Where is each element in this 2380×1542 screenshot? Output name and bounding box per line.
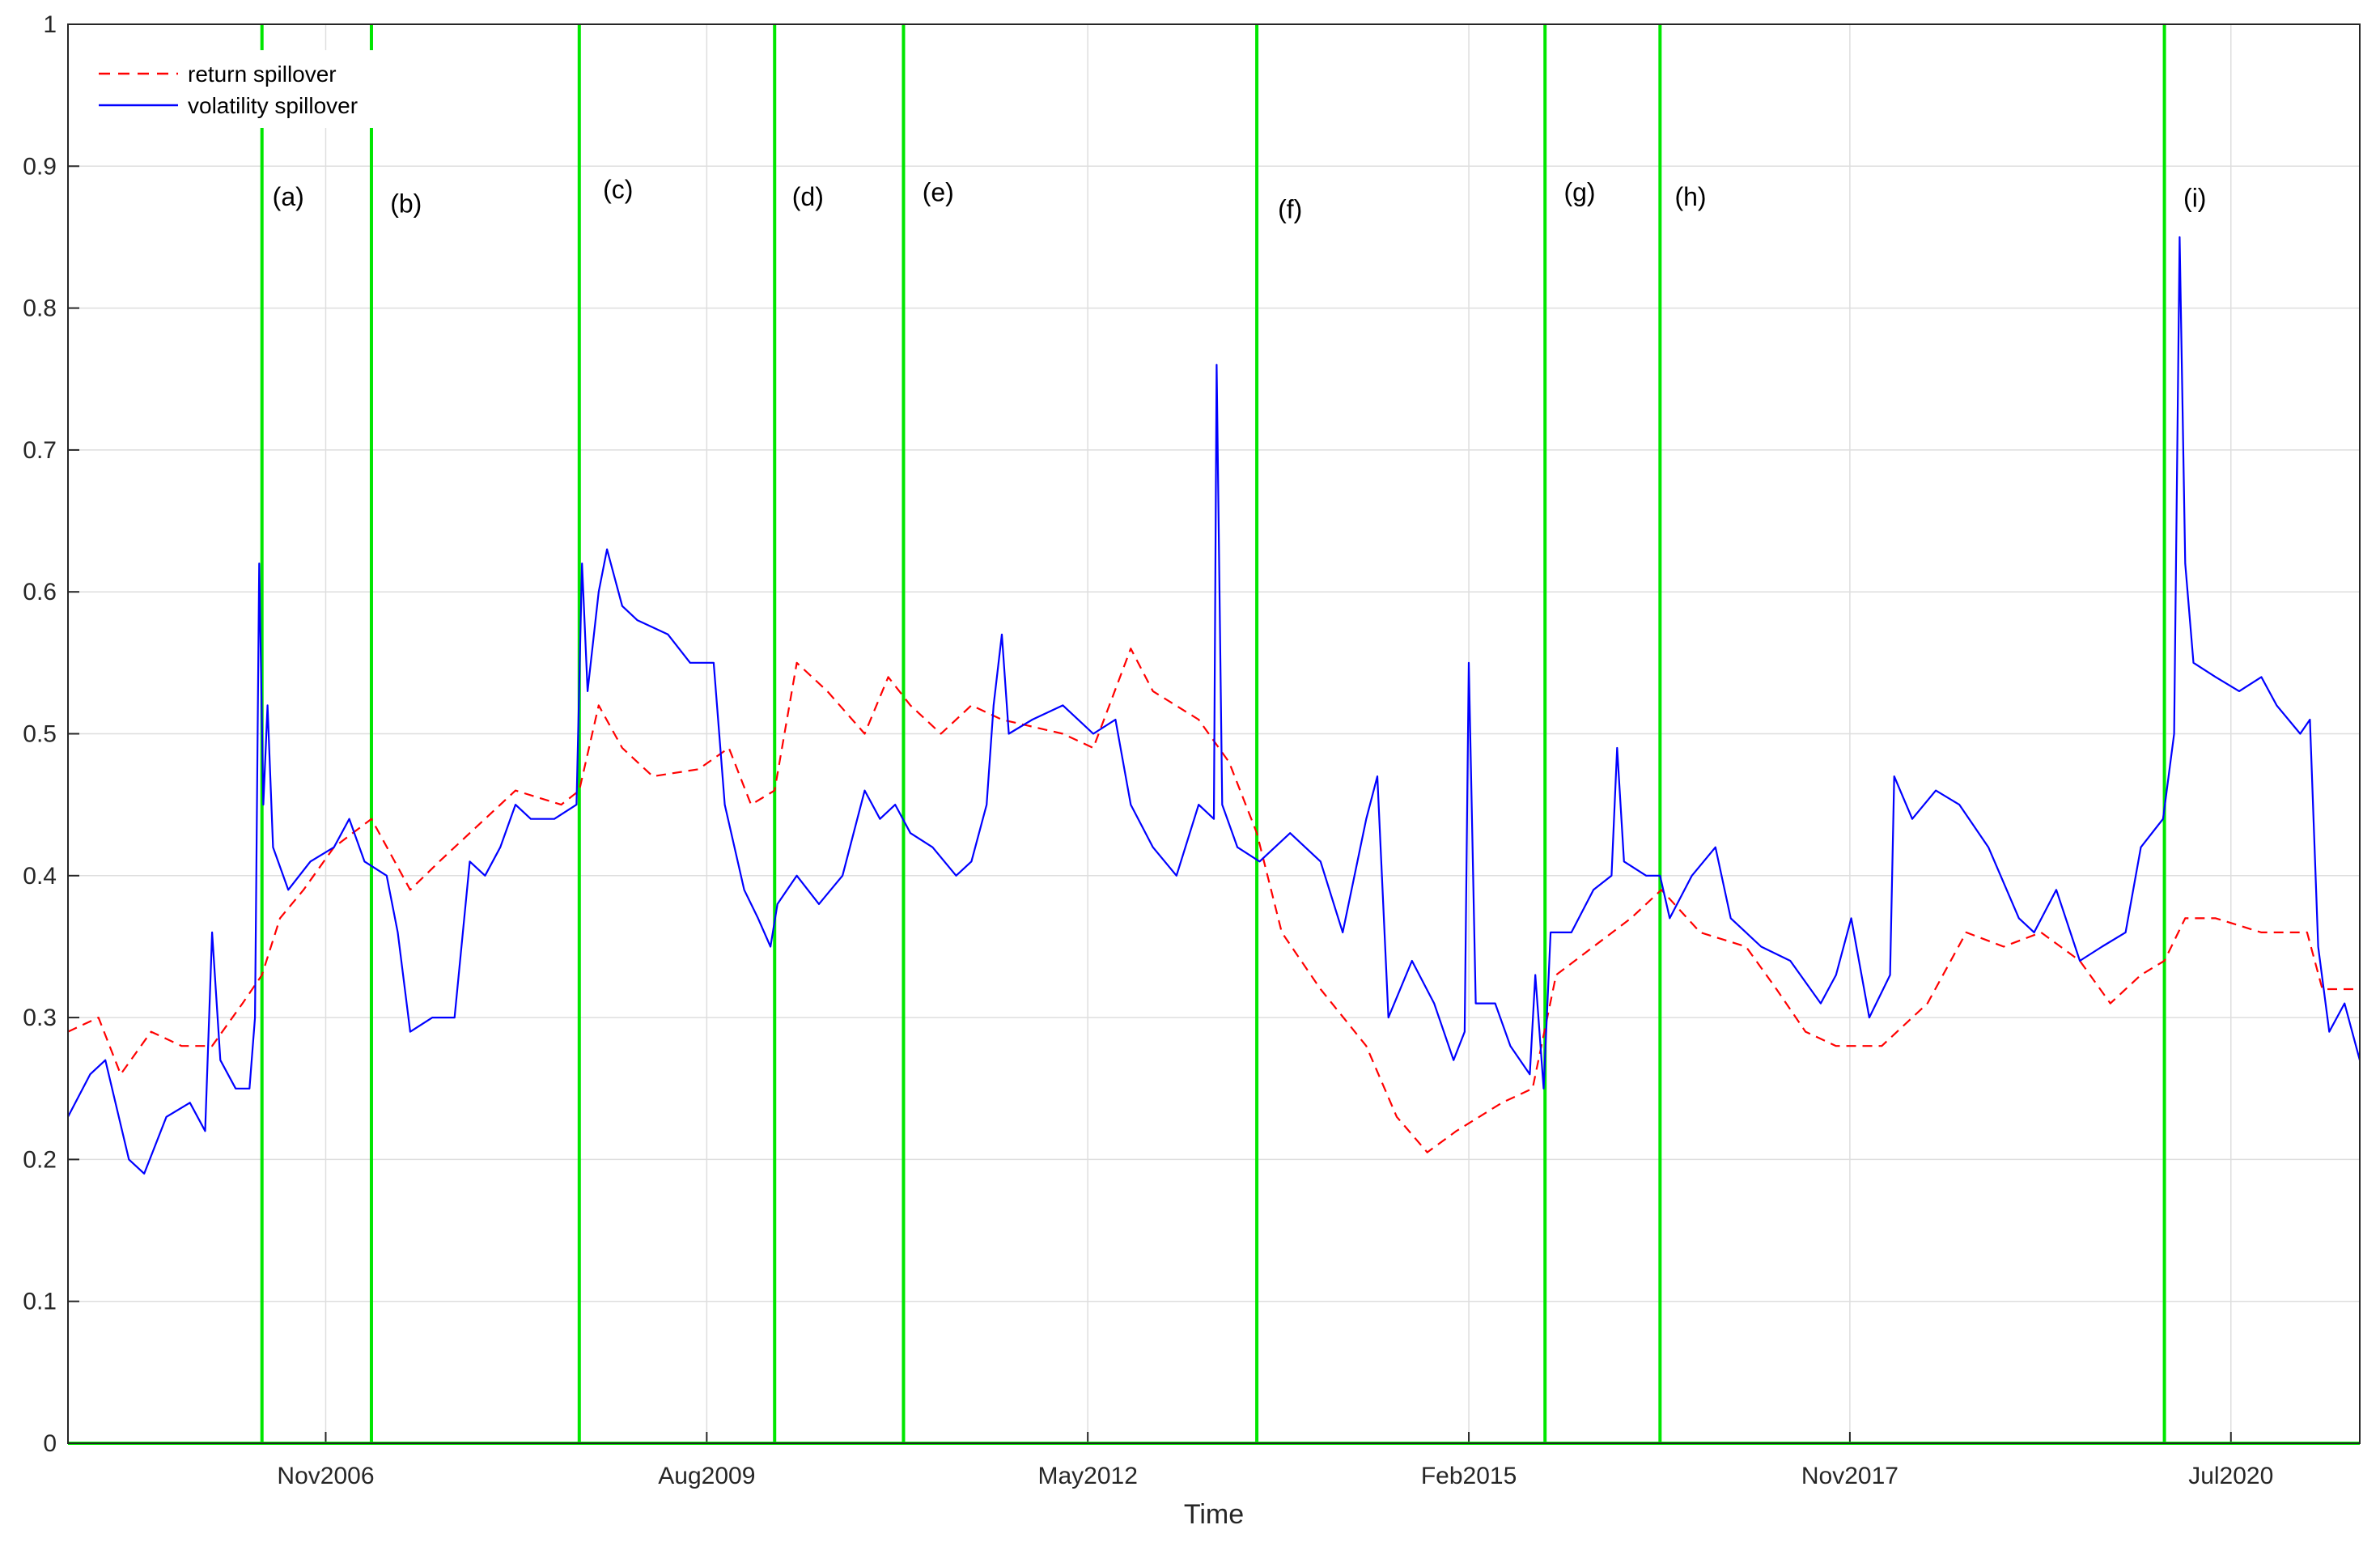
y-tick-label: 0.3: [23, 1005, 57, 1031]
y-tick-label: 0.8: [23, 295, 57, 322]
event-label: (h): [1674, 182, 1706, 211]
y-tick-label: 0.4: [23, 863, 57, 890]
y-tick-label: 0.7: [23, 437, 57, 464]
spillover-line-chart: (a) (b) (c) (d) (e) (f) (g) (h) (i) 0 0.1 0.2 0.3 0.…: [0, 0, 2380, 1542]
event-label: (b): [390, 189, 422, 219]
legend-label-volatility: volatility spillover: [188, 93, 358, 118]
event-label: (f): [1278, 195, 1302, 224]
y-tick-label: 0.9: [23, 153, 57, 180]
y-tick-label: 0: [43, 1430, 57, 1457]
x-tick-label: Nov2006: [277, 1463, 374, 1489]
y-tick-label: 1: [43, 11, 57, 38]
x-tick-label: May2012: [1037, 1463, 1137, 1489]
event-label: (c): [603, 175, 633, 204]
event-label: (e): [923, 178, 954, 207]
legend: return spillover volatility spillover: [79, 50, 387, 128]
x-tick-label: Feb2015: [1421, 1463, 1517, 1489]
x-tick-label: Nov2017: [1801, 1463, 1898, 1489]
event-label: (i): [2183, 184, 2206, 213]
event-label: (d): [792, 182, 824, 211]
y-tick-label: 0.2: [23, 1146, 57, 1173]
y-tick-label: 0.1: [23, 1289, 57, 1315]
y-tick-label: 0.5: [23, 721, 57, 748]
x-tick-label: Aug2009: [658, 1463, 755, 1489]
x-tick-label: Jul2020: [2188, 1463, 2273, 1489]
event-label: (a): [273, 182, 304, 211]
y-tick-label: 0.6: [23, 579, 57, 605]
event-label: (g): [1563, 178, 1595, 207]
legend-label-return: return spillover: [188, 62, 337, 87]
x-axis-label: Time: [1184, 1499, 1244, 1530]
